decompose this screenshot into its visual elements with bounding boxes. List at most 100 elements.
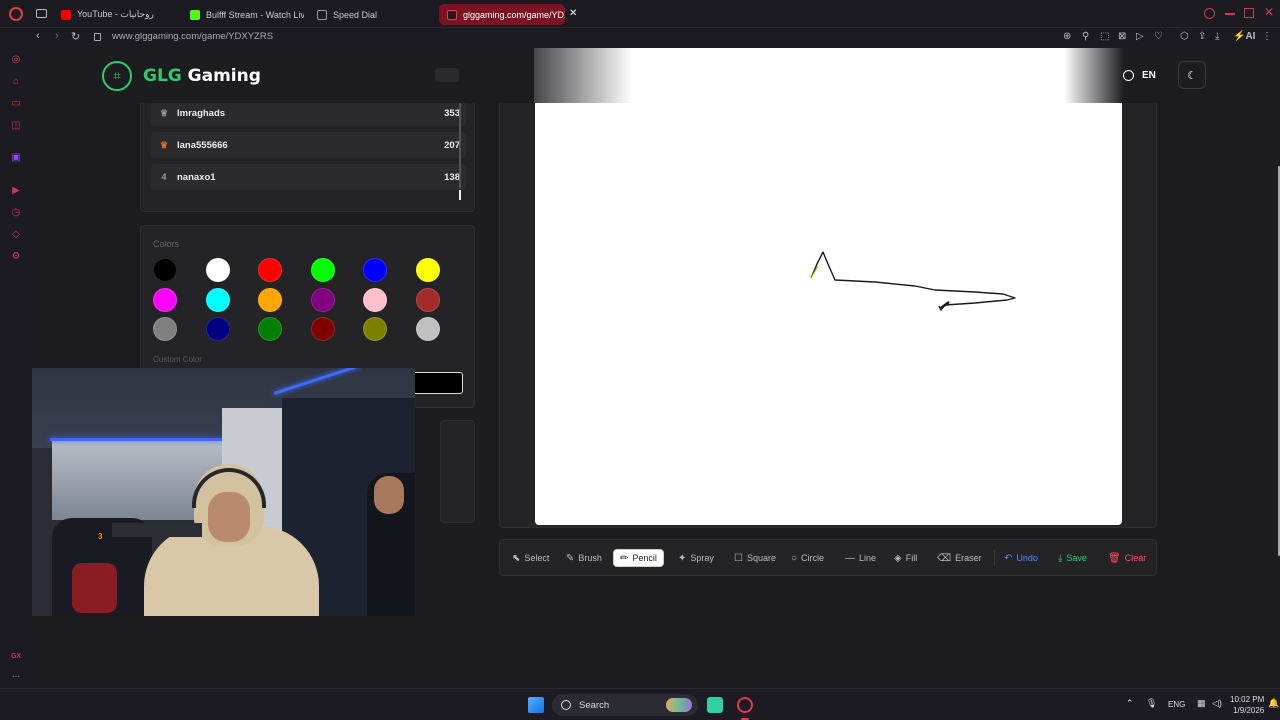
sidebar-history-icon[interactable]: ◷ xyxy=(10,207,22,219)
snapshot-icon[interactable]: ⬚ xyxy=(1100,31,1109,42)
opera-logo-icon[interactable] xyxy=(9,7,23,21)
tab-speed-dial[interactable]: Speed Dial xyxy=(309,4,435,25)
tool-square-button[interactable]: ☐ Square xyxy=(728,549,782,567)
speed-dial-grid-icon xyxy=(317,9,327,20)
cursor-icon: ⬉ xyxy=(512,552,521,564)
tab-youtube[interactable]: YouTube - روحانيات xyxy=(53,4,179,25)
ai-button[interactable]: ⚡AI xyxy=(1233,31,1255,42)
theme-toggle-button[interactable]: ☾ xyxy=(1178,61,1206,89)
color-swatch[interactable] xyxy=(258,258,282,282)
opera-gx-app-icon[interactable] xyxy=(737,697,753,713)
language-code: EN xyxy=(1142,69,1156,81)
extensions-icon[interactable]: ⬡ xyxy=(1180,31,1189,42)
forward-icon[interactable]: › xyxy=(55,30,59,42)
tab-bulfff-stream[interactable]: Bulfff Stream - Watch Live xyxy=(182,4,304,25)
color-swatch[interactable] xyxy=(153,317,177,341)
close-tab-icon[interactable]: ✕ xyxy=(569,8,577,19)
pin-icon[interactable]: ⚲ xyxy=(1082,31,1089,42)
sidebar-music-icon[interactable]: ◫ xyxy=(10,120,22,132)
store-app-icon[interactable] xyxy=(707,697,723,713)
network-icon[interactable]: ▦ xyxy=(1197,698,1206,709)
keyboard-language[interactable]: ENG xyxy=(1168,700,1185,709)
download-icon[interactable]: ⤓ xyxy=(1215,31,1219,42)
glg-favicon-icon xyxy=(447,9,457,20)
color-swatch[interactable] xyxy=(258,288,282,312)
zoom-icon[interactable]: ⊕ xyxy=(1063,31,1071,42)
sidebar-settings-icon[interactable]: ⚙ xyxy=(10,251,22,263)
windows-start-icon[interactable] xyxy=(528,697,544,713)
volume-icon[interactable]: ◁) xyxy=(1212,698,1222,709)
adblock-icon[interactable]: ⊠ xyxy=(1118,31,1126,42)
color-swatch[interactable] xyxy=(205,258,230,282)
search-tabs-icon[interactable] xyxy=(1204,8,1215,19)
sidebar-bookmarks-icon[interactable]: ◇ xyxy=(10,229,22,241)
taskbar-search[interactable]: Search xyxy=(552,694,698,716)
play-icon[interactable]: ▷ xyxy=(1136,31,1144,42)
back-icon[interactable]: ‹ xyxy=(36,30,40,42)
tab-glg-game[interactable]: glggaming.com/game/YDX xyxy=(439,4,565,25)
color-swatch[interactable] xyxy=(258,317,282,341)
menu-icon[interactable]: ⋮ xyxy=(1262,31,1272,42)
aria-icon: ⚡ xyxy=(1233,31,1246,42)
maximize-icon[interactable] xyxy=(1244,8,1254,18)
tray-chevron-icon[interactable]: ⌃ xyxy=(1126,698,1134,709)
language-selector[interactable]: EN xyxy=(1117,61,1172,89)
tool-line-button[interactable]: — Line xyxy=(839,549,882,567)
color-swatch[interactable] xyxy=(310,288,335,312)
player-name: nanaxo1 xyxy=(177,171,216,183)
sidebar-player-icon[interactable]: ▶ xyxy=(10,185,22,197)
tool-brush-button[interactable]: ✎ Brush xyxy=(560,549,608,567)
site-brand[interactable]: GLG Gaming xyxy=(143,66,261,86)
close-window-icon[interactable]: ✕ xyxy=(1264,5,1274,19)
url-field[interactable]: www.glggaming.com/game/YDXYZRS xyxy=(112,31,273,42)
drawing-canvas[interactable] xyxy=(535,92,1122,525)
eraser-icon: ⌫ xyxy=(937,552,952,564)
player-score: 207 xyxy=(444,139,460,151)
minimize-icon[interactable] xyxy=(1225,13,1235,15)
undo-button[interactable]: ↶ Undo xyxy=(998,549,1044,567)
tool-select-button[interactable]: ⬉ Select xyxy=(506,549,555,567)
webcam-overlay: 3 xyxy=(32,368,415,616)
toolbar-divider xyxy=(994,550,995,566)
tool-fill-button[interactable]: ◈ Fill xyxy=(888,549,923,567)
tool-pencil-button[interactable]: ✏ Pencil xyxy=(613,549,664,567)
tool-label: Square xyxy=(746,553,776,563)
color-swatch[interactable] xyxy=(205,317,230,341)
microphone-icon[interactable]: 🎙 xyxy=(1146,698,1157,709)
gamepad-logo-icon[interactable]: ⌗ xyxy=(102,61,132,91)
color-swatch[interactable] xyxy=(153,258,177,282)
share-icon[interactable]: ⇪ xyxy=(1198,31,1206,42)
clear-button[interactable]: 🗑 Clear xyxy=(1102,549,1152,567)
tool-label: Spray xyxy=(690,553,714,563)
tool-circle-button[interactable]: ○ Circle xyxy=(785,549,830,567)
color-swatch[interactable] xyxy=(415,288,440,312)
color-swatch[interactable] xyxy=(310,258,335,282)
color-swatch[interactable] xyxy=(153,288,177,312)
player-name: lmraghads xyxy=(177,107,226,119)
notification-bell-icon[interactable]: 🔔 xyxy=(1268,698,1279,709)
color-swatch[interactable] xyxy=(363,288,387,312)
color-swatch[interactable] xyxy=(363,258,387,282)
reload-icon[interactable]: ↻ xyxy=(71,30,80,43)
tool-label: Line xyxy=(859,553,877,563)
sidebar-messenger-icon[interactable]: ▭ xyxy=(10,98,22,110)
save-button[interactable]: ⤓ Save xyxy=(1052,549,1093,567)
color-swatch[interactable] xyxy=(205,288,230,312)
leaderboard-scrollbar[interactable] xyxy=(459,102,461,188)
taskbar-clock[interactable]: 10:02 PM 1/9/2026 xyxy=(1230,694,1264,716)
sidebar-store-icon[interactable]: ⌂ xyxy=(10,76,22,88)
sidebar-twitch-icon[interactable]: ▣ xyxy=(10,152,22,164)
sidebar-more-icon[interactable]: ... xyxy=(10,669,22,681)
sidebar-gx-label[interactable]: GX xyxy=(10,651,22,663)
tool-eraser-button[interactable]: ⌫ Eraser xyxy=(931,549,988,567)
sidebar-gx-corner-icon[interactable]: ◎ xyxy=(10,54,22,66)
color-swatch[interactable] xyxy=(363,317,387,341)
tool-spray-button[interactable]: ✦ Spray xyxy=(672,549,720,567)
color-swatch[interactable] xyxy=(310,317,335,341)
heart-icon[interactable]: ♡ xyxy=(1154,31,1163,42)
color-swatch[interactable] xyxy=(415,258,440,282)
color-swatch[interactable] xyxy=(415,317,440,341)
tab-overview-icon[interactable] xyxy=(36,9,47,18)
tool-label: Select xyxy=(524,553,550,563)
leaderboard-scroll-thumb[interactable] xyxy=(459,190,461,200)
